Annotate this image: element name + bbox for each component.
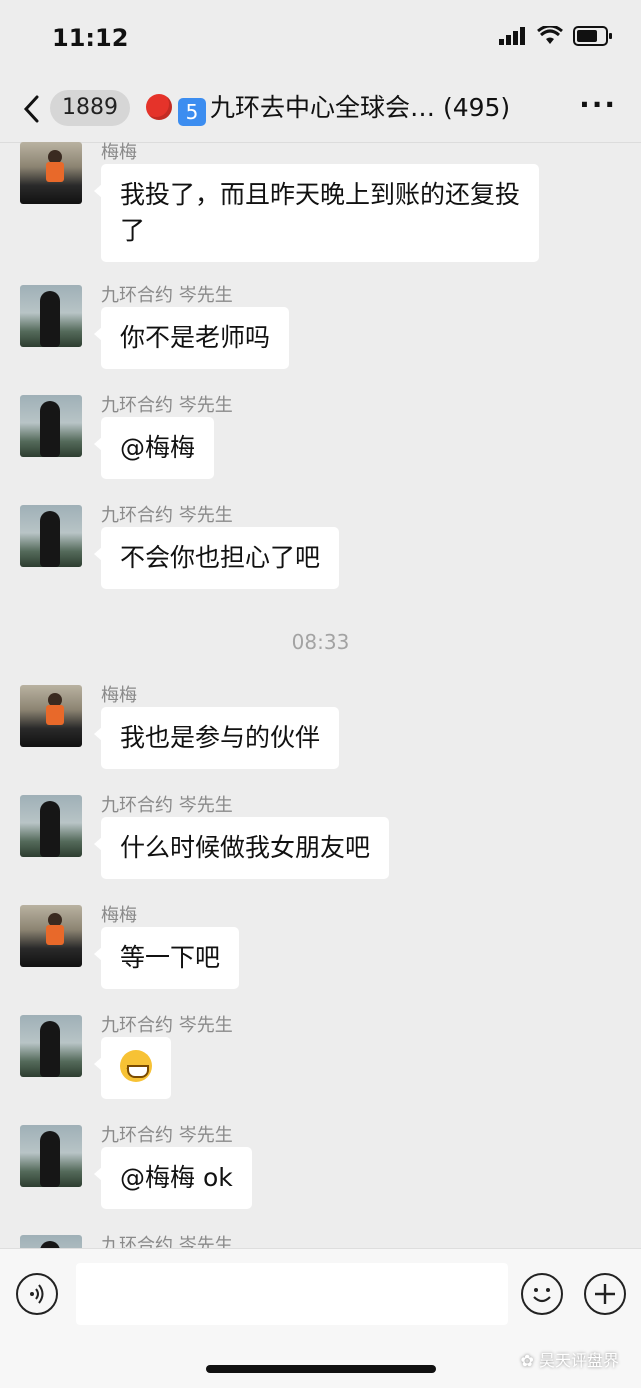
message-bubble[interactable]: 什么时候做我女朋友吧: [93, 817, 390, 879]
more-options-button[interactable]: ···: [579, 88, 617, 121]
sender-name: 梅梅: [101, 905, 137, 926]
voice-icon: [30, 1284, 44, 1304]
sender-name: 九环合约 岑先生: [101, 1125, 233, 1146]
keycap-number-icon: 5: [178, 98, 206, 126]
sender-name: 九环合约 岑先生: [101, 395, 233, 416]
chat-header: 1889 5 九环去中心全球会… (495) ···: [0, 80, 641, 143]
avatar[interactable]: [20, 905, 82, 967]
sender-name: 九环合约 岑先生: [101, 795, 233, 816]
unread-count-badge[interactable]: 1889: [50, 90, 130, 126]
timestamp: 08:33: [291, 630, 350, 654]
avatar[interactable]: [20, 505, 82, 567]
chevron-left-icon: [23, 95, 39, 123]
battery-icon: [573, 26, 612, 46]
input-bar: ✿ 昊天评盘界: [0, 1248, 641, 1388]
group-title[interactable]: 5 九环去中心全球会… (495): [146, 92, 510, 126]
wechat-logo-icon: ✿: [520, 1351, 539, 1370]
message-bubble[interactable]: @梅梅: [93, 417, 215, 479]
status-icons: [499, 26, 613, 46]
message-bubble[interactable]: @梅梅 ok: [94, 1147, 252, 1209]
sender-name: 梅梅: [101, 142, 137, 163]
more-functions-button[interactable]: [584, 1273, 626, 1315]
red-circle-icon: [146, 94, 172, 120]
message-input[interactable]: [76, 1263, 508, 1325]
message-bubble[interactable]: 你不是老师吗: [93, 307, 290, 369]
message-bubble[interactable]: 等一下吧: [93, 927, 240, 989]
avatar[interactable]: [20, 685, 82, 747]
avatar[interactable]: [20, 142, 82, 204]
message-list[interactable]: 梅梅 我投了，而且昨天晚上到账的还复投了 九环合约 岑先生 你不是老师吗 九环合…: [0, 142, 641, 1248]
back-button[interactable]: [22, 94, 40, 129]
sender-name: 九环合约 岑先生: [101, 1015, 233, 1036]
voice-button[interactable]: [16, 1273, 58, 1315]
watermark: ✿ 昊天评盘界: [520, 1347, 619, 1371]
grinning-face-icon: [120, 1050, 152, 1088]
watermark-text: 昊天评盘界: [538, 1351, 619, 1370]
sender-name: 九环合约 岑先生: [101, 285, 233, 306]
status-time: 11:12: [52, 24, 129, 52]
status-bar: 11:12: [0, 0, 641, 80]
ellipsis-icon: ···: [579, 88, 617, 121]
message-bubble[interactable]: 我也是参与的伙伴: [93, 707, 340, 769]
message-bubble[interactable]: [94, 1037, 171, 1099]
message-bubble[interactable]: 我投了，而且昨天晚上到账的还复投了: [94, 164, 539, 262]
avatar[interactable]: [20, 1015, 82, 1077]
group-title-text: 九环去中心全球会… (495): [210, 93, 511, 122]
avatar[interactable]: [20, 795, 82, 857]
avatar[interactable]: [20, 285, 82, 347]
sender-name: 梅梅: [101, 685, 137, 706]
home-indicator[interactable]: [206, 1365, 436, 1373]
sender-name: 九环合约 岑先生: [101, 1235, 233, 1248]
wifi-icon: [537, 26, 563, 44]
message-bubble[interactable]: 不会你也担心了吧: [93, 527, 340, 589]
avatar[interactable]: [20, 1235, 82, 1248]
avatar[interactable]: [20, 395, 82, 457]
smiley-icon: [533, 1288, 551, 1303]
sender-name: 九环合约 岑先生: [101, 505, 233, 526]
plus-icon: [595, 1284, 615, 1304]
signal-icon: [499, 27, 525, 45]
avatar[interactable]: [20, 1125, 82, 1187]
emoji-button[interactable]: [521, 1273, 563, 1315]
